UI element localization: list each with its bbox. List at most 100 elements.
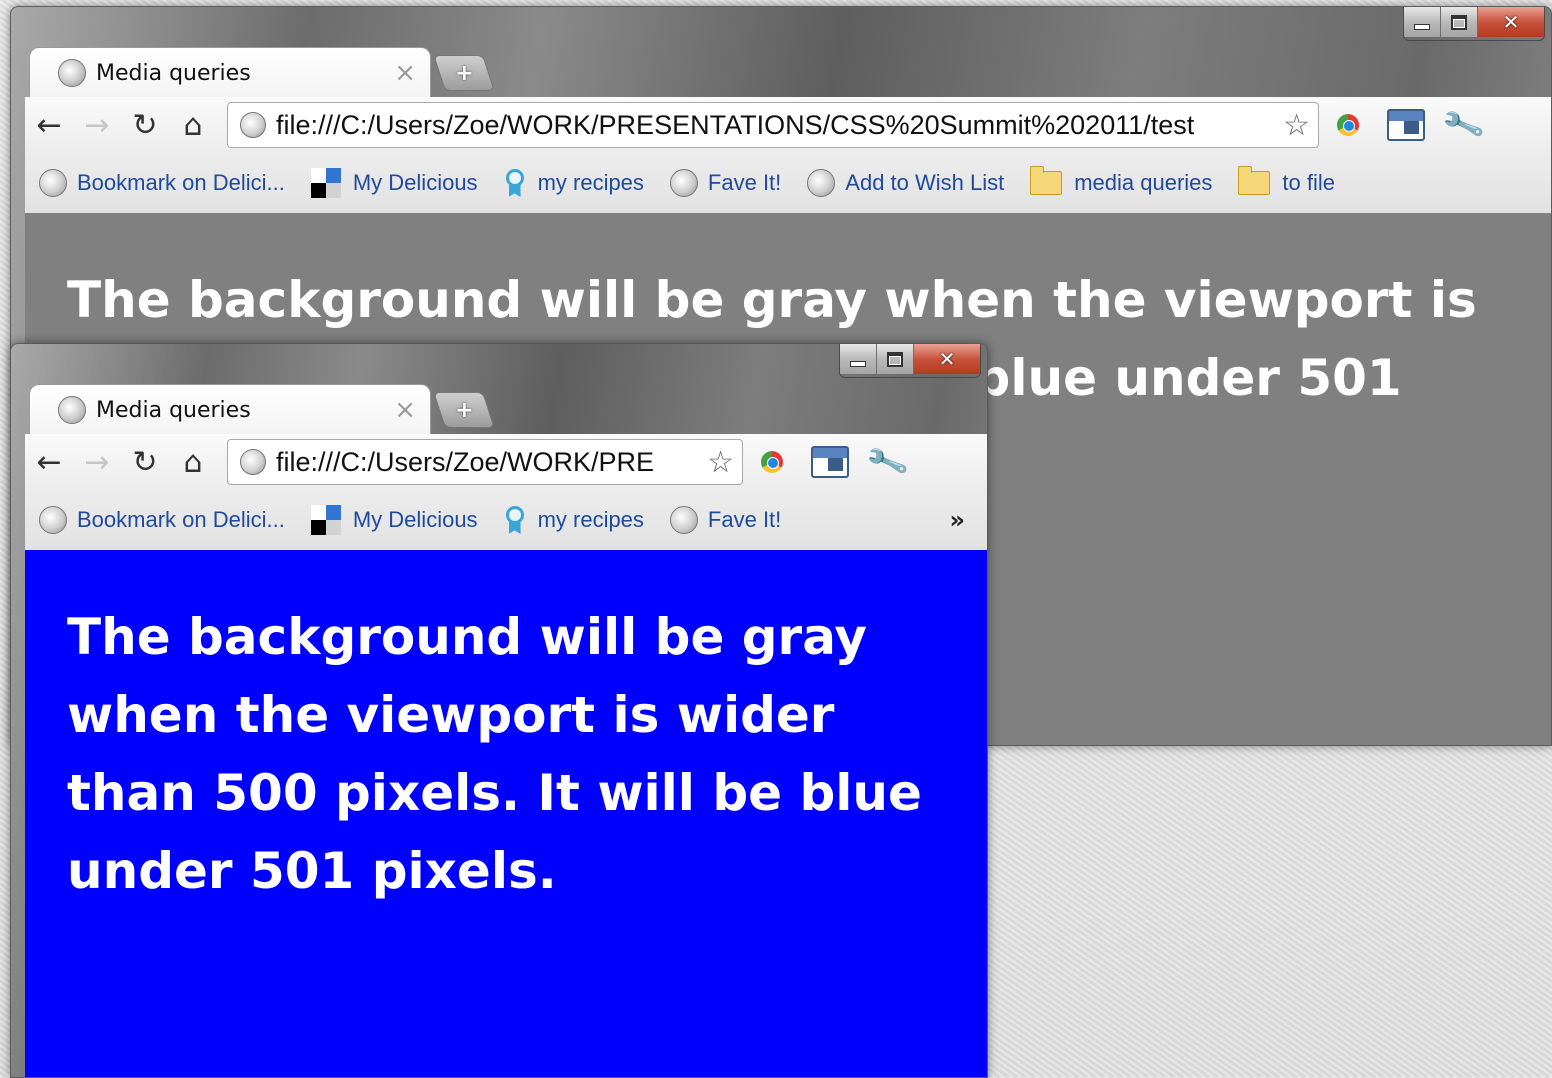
bookmark-item[interactable]: Add to Wish List [807, 169, 1004, 197]
bookmark-label: my recipes [537, 507, 644, 532]
bookmark-label: My Delicious [352, 170, 478, 195]
folder-icon [1030, 166, 1063, 195]
bookmark-item[interactable]: my recipes [504, 169, 644, 197]
minimize-icon [850, 361, 866, 367]
layout-extension-button[interactable] [801, 440, 859, 484]
bookmarks-overflow-chevron[interactable]: » [949, 490, 965, 550]
browser-window-small: ✕ Media queries × + ← → ↻ ⌂ file:///C:/U… [10, 343, 988, 1078]
page-text: The background will be gray when the vie… [67, 608, 922, 900]
bookmark-item[interactable]: Fave It! [669, 169, 782, 197]
page-globe-icon [240, 449, 266, 475]
window-caption-buttons: ✕ [839, 344, 981, 378]
globe-icon [669, 169, 698, 197]
maximize-icon [887, 351, 903, 367]
close-icon: ✕ [1502, 10, 1520, 34]
tab-media-queries[interactable]: Media queries × [29, 384, 431, 435]
bookmarks-bar: Bookmark on Delici... My Delicious my re… [25, 153, 1551, 214]
minimize-button[interactable] [840, 344, 876, 374]
bookmark-label: to file [1282, 170, 1336, 195]
bookmark-star-icon[interactable]: ☆ [707, 445, 734, 480]
address-bar[interactable]: file:///C:/Users/Zoe/WORK/PRE ☆ [227, 439, 743, 485]
bookmark-star-icon[interactable]: ☆ [1283, 108, 1310, 143]
chrome-logo-icon [761, 451, 783, 473]
delicious-icon [310, 505, 341, 535]
reload-button[interactable]: ↻ [121, 103, 169, 147]
bookmark-label: Add to Wish List [845, 170, 1005, 195]
bookmark-folder[interactable]: to file [1238, 166, 1336, 196]
bookmark-item[interactable]: Bookmark on Delici... [39, 506, 285, 534]
bookmark-label: Bookmark on Delici... [77, 507, 285, 532]
page-content: The background will be gray when the vie… [25, 550, 987, 1077]
ribbon-icon [504, 506, 526, 534]
tab-close-icon[interactable]: × [394, 395, 416, 425]
new-tab-button[interactable]: + [433, 55, 495, 91]
ribbon-icon [504, 169, 526, 197]
reload-button[interactable]: ↻ [121, 440, 169, 484]
window-caption-buttons: ✕ [1403, 7, 1545, 41]
wrench-icon: 🔧 [864, 439, 912, 485]
reload-icon: ↻ [132, 107, 158, 143]
home-icon: ⌂ [183, 444, 203, 480]
minimize-icon [1414, 24, 1430, 30]
url-text[interactable]: file:///C:/Users/Zoe/WORK/PRESENTATIONS/… [276, 110, 1283, 141]
chrome-logo-icon [1337, 114, 1359, 136]
globe-icon [58, 59, 86, 87]
bookmarks-bar: Bookmark on Delici... My Delicious my re… [25, 490, 987, 551]
bookmark-label: my recipes [537, 170, 644, 195]
forward-arrow-icon: → [84, 107, 110, 143]
url-text[interactable]: file:///C:/Users/Zoe/WORK/PRE [276, 447, 707, 478]
bookmark-label: Bookmark on Delici... [77, 170, 285, 195]
bookmark-item[interactable]: my recipes [504, 506, 644, 534]
bookmark-label: Fave It! [707, 170, 782, 195]
tab-close-icon[interactable]: × [394, 58, 416, 88]
chrome-extension-button[interactable] [1319, 103, 1377, 147]
close-icon: ✕ [938, 347, 956, 371]
globe-icon [669, 506, 698, 534]
tab-media-queries[interactable]: Media queries × [29, 47, 431, 98]
plus-icon: + [454, 397, 474, 423]
bookmark-item[interactable]: Fave It! [669, 506, 782, 534]
globe-icon [807, 169, 836, 197]
minimize-button[interactable] [1404, 7, 1440, 37]
back-arrow-icon: ← [36, 107, 62, 143]
globe-icon [39, 169, 67, 197]
maximize-button[interactable] [876, 344, 913, 374]
home-button[interactable]: ⌂ [169, 103, 217, 147]
layout-extension-button[interactable] [1377, 103, 1435, 147]
forward-button[interactable]: → [73, 440, 121, 484]
forward-button[interactable]: → [73, 103, 121, 147]
back-button[interactable]: ← [25, 103, 73, 147]
bookmark-folder[interactable]: media queries [1030, 166, 1212, 196]
back-arrow-icon: ← [36, 444, 62, 480]
window-layout-icon [811, 446, 849, 478]
page-globe-icon [240, 112, 266, 138]
address-bar[interactable]: file:///C:/Users/Zoe/WORK/PRESENTATIONS/… [227, 102, 1319, 148]
tab-title: Media queries [96, 60, 251, 86]
bookmark-item[interactable]: Bookmark on Delici... [39, 169, 285, 197]
tab-title: Media queries [96, 397, 251, 423]
settings-wrench-button[interactable]: 🔧 [1435, 102, 1493, 148]
navigation-toolbar: ← → ↻ ⌂ file:///C:/Users/Zoe/WORK/PRE ☆ … [25, 434, 987, 490]
close-window-button[interactable]: ✕ [913, 344, 980, 374]
folder-icon [1238, 166, 1271, 195]
plus-icon: + [454, 60, 474, 86]
bookmark-label: My Delicious [352, 507, 478, 532]
navigation-toolbar: ← → ↻ ⌂ file:///C:/Users/Zoe/WORK/PRESEN… [25, 97, 1551, 153]
forward-arrow-icon: → [84, 444, 110, 480]
globe-icon [39, 506, 67, 534]
back-button[interactable]: ← [25, 440, 73, 484]
window-layout-icon [1387, 109, 1425, 141]
new-tab-button[interactable]: + [433, 392, 495, 428]
home-icon: ⌂ [183, 107, 203, 143]
chrome-extension-button[interactable] [743, 440, 801, 484]
settings-wrench-button[interactable]: 🔧 [859, 439, 917, 485]
bookmark-item[interactable]: My Delicious [310, 168, 478, 198]
home-button[interactable]: ⌂ [169, 440, 217, 484]
close-window-button[interactable]: ✕ [1477, 7, 1544, 37]
bookmark-item[interactable]: My Delicious [310, 505, 478, 535]
maximize-button[interactable] [1440, 7, 1477, 37]
globe-icon [58, 396, 86, 424]
wrench-icon: 🔧 [1440, 102, 1488, 148]
reload-icon: ↻ [132, 444, 158, 480]
bookmark-label: Fave It! [707, 507, 782, 532]
